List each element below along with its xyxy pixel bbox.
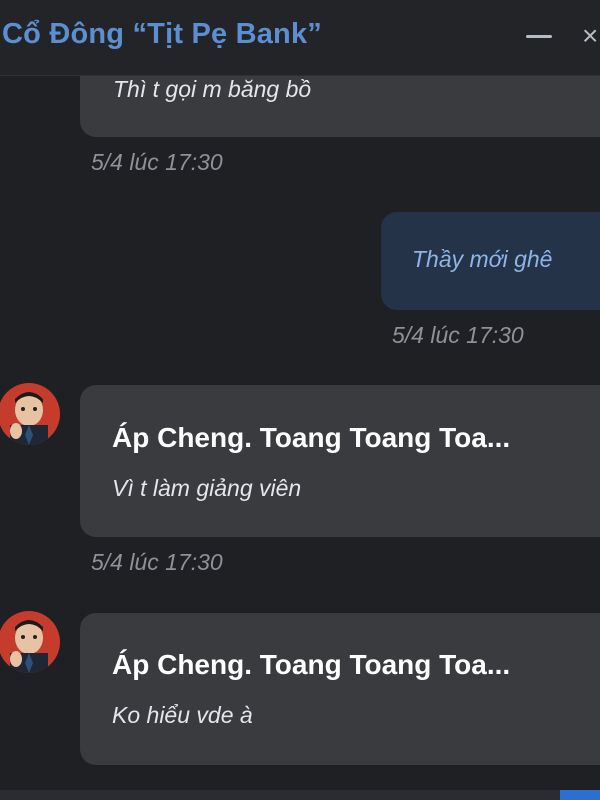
send-button[interactable] [560,790,600,800]
message-timestamp: 5/4 lúc 17:30 [91,149,223,175]
message-timestamp: 5/4 lúc 17:30 [91,549,223,575]
message-timestamp: 5/4 lúc 17:30 [392,322,524,348]
sender-name[interactable]: Áp Cheng. Toang Toang Toa... [112,422,510,454]
avatar-image [0,383,60,445]
user-avatar[interactable] [0,383,60,445]
composer-bar[interactable] [0,790,600,800]
message-text: Vì t làm giảng viên [112,475,302,501]
user-avatar[interactable] [0,611,60,673]
message-feed[interactable]: Thì t gọi m băng bồ 5/4 lúc 17:30 Thầy m… [0,76,600,800]
message-text: Thầy mới ghê [412,246,553,272]
avatar-image [0,611,60,673]
chat-title[interactable]: Cổ Đông “Tịt Pẹ Bank” [2,18,322,51]
message-bubble[interactable] [80,385,600,537]
minimize-icon[interactable] [526,35,552,38]
message-text: Thì t gọi m băng bồ [113,76,312,102]
close-icon[interactable]: × [582,18,600,54]
chat-header: Cổ Đông “Tịt Pẹ Bank” × [0,0,600,76]
message-bubble[interactable] [80,613,600,765]
sender-name[interactable]: Áp Cheng. Toang Toang Toa... [112,649,510,681]
message-text: Ko hiểu vde à [112,702,253,728]
